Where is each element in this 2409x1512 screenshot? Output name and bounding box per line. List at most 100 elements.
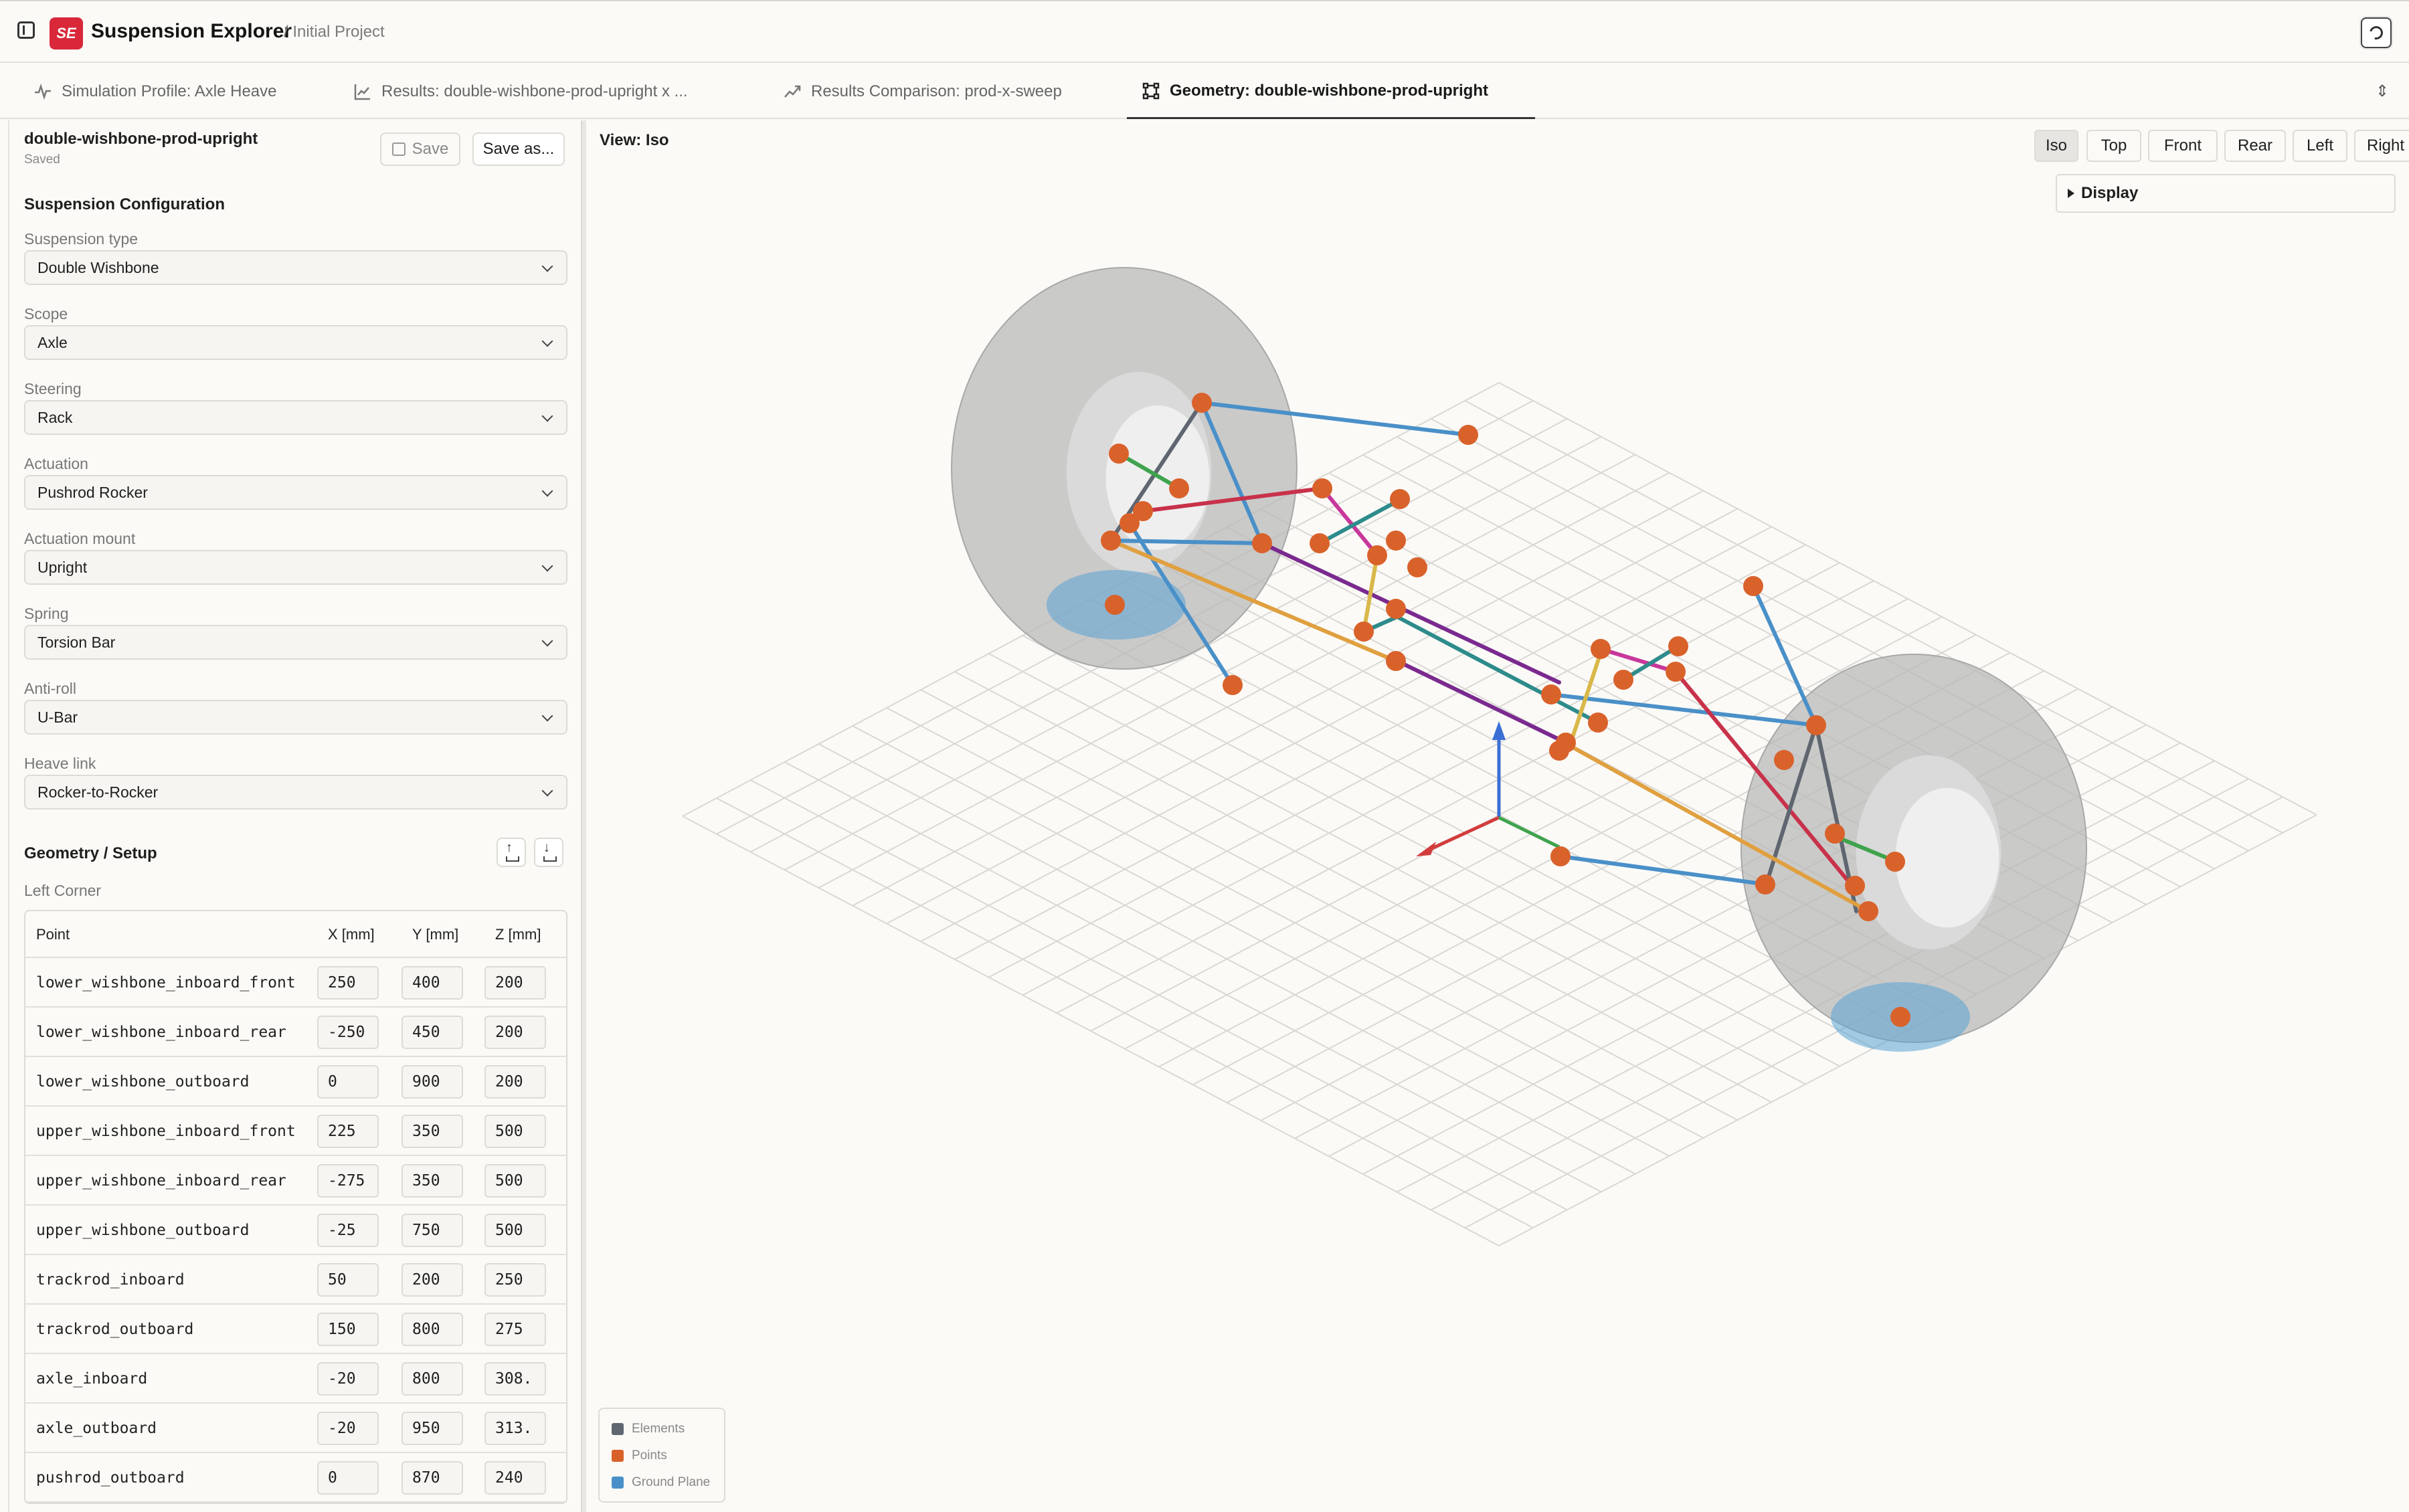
coord-input-y[interactable]: 900 [402, 1065, 463, 1099]
suspension-link [1751, 584, 1818, 727]
save-as-button[interactable]: Save as... [472, 132, 565, 166]
select-value: Axle [37, 333, 68, 351]
app-logo: SE [50, 17, 83, 50]
coord-input-x[interactable]: 0 [317, 1461, 379, 1495]
select-spring[interactable]: Torsion Bar [24, 625, 567, 660]
tab-simulation-profile[interactable]: Simulation Profile: Axle Heave [33, 64, 277, 119]
tab-label: Simulation Profile: Axle Heave [62, 82, 277, 100]
chevron-down-icon [541, 485, 553, 497]
coord-input-x[interactable]: 250 [317, 966, 379, 1000]
point-name: axle_inboard [36, 1370, 148, 1388]
coord-input-z[interactable]: 200 [484, 966, 546, 1000]
coord-input-y[interactable]: 800 [402, 1313, 463, 1346]
coord-input-x[interactable]: -20 [317, 1362, 379, 1396]
geometry-setup-title: Geometry / Setup [24, 844, 157, 862]
hardpoint [1386, 531, 1406, 551]
coord-input-z[interactable]: 200 [484, 1065, 546, 1099]
coord-input-x[interactable]: 50 [317, 1263, 379, 1297]
select-value: Rocker-to-Rocker [37, 783, 159, 801]
display-options-toggle[interactable]: Display [2056, 174, 2396, 213]
field-label: Scope [24, 305, 68, 322]
select-anti-roll[interactable]: U-Bar [24, 700, 567, 735]
select-value: Torsion Bar [37, 633, 116, 651]
coord-input-y[interactable]: 800 [402, 1362, 463, 1396]
import-download-icon[interactable] [534, 838, 563, 867]
coord-input-z[interactable]: 200 [484, 1016, 546, 1049]
geometry-nodes-icon [1142, 82, 1160, 99]
coord-input-z[interactable]: 275 [484, 1313, 546, 1346]
hardpoint [1613, 670, 1633, 690]
point-name: pushrod_outboard [36, 1469, 185, 1487]
view-front-button[interactable]: Front [2148, 130, 2218, 162]
coord-input-x[interactable]: 0 [317, 1065, 379, 1099]
coord-input-y[interactable]: 950 [402, 1412, 463, 1445]
coord-input-z[interactable]: 500 [484, 1115, 546, 1148]
geometry-table: Point X [mm] Y [mm] Z [mm] lower_wishbon… [24, 910, 567, 1504]
field-label: Steering [24, 380, 82, 397]
hardpoint [1386, 651, 1406, 671]
view-right-button[interactable]: Right [2354, 130, 2409, 162]
export-upload-icon[interactable] [497, 838, 526, 867]
select-scope[interactable]: Axle [24, 325, 567, 360]
point-name: lower_wishbone_outboard [36, 1073, 250, 1091]
coord-input-z[interactable]: 250 [484, 1263, 546, 1297]
legend-label: Ground Plane [632, 1475, 711, 1489]
coord-input-z[interactable]: 500 [484, 1164, 546, 1198]
view-rear-button[interactable]: Rear [2224, 130, 2286, 162]
select-actuation-mount[interactable]: Upright [24, 550, 567, 585]
field-label: Suspension type [24, 230, 139, 248]
coord-input-y[interactable]: 870 [402, 1461, 463, 1495]
col-z: Z [mm] [495, 926, 541, 943]
coord-input-z[interactable]: 308. [484, 1362, 546, 1396]
select-suspension-type[interactable]: Double Wishbone [24, 250, 567, 285]
save-button[interactable]: Save [380, 132, 460, 166]
select-heave-link[interactable]: Rocker-to-Rocker [24, 775, 567, 810]
coord-input-x[interactable]: -20 [317, 1412, 379, 1445]
chevron-down-icon [541, 410, 553, 422]
coord-input-x[interactable]: 225 [317, 1115, 379, 1148]
coord-input-y[interactable]: 750 [402, 1214, 463, 1247]
panel-resize-handle[interactable] [581, 120, 586, 1512]
project-breadcrumb[interactable]: / Initial Project [284, 23, 385, 41]
3d-viewport[interactable]: View: Iso Iso Top Front Rear Left Right … [588, 120, 2409, 1512]
sidebar-toggle-icon[interactable] [17, 21, 35, 39]
suspension-3d-scene[interactable] [588, 120, 2409, 1512]
coord-input-y[interactable]: 350 [402, 1164, 463, 1198]
legend-ground-plane[interactable]: Ground Plane [612, 1473, 710, 1492]
hardpoint [1252, 533, 1272, 553]
tab-geometry[interactable]: Geometry: double-wishbone-prod-upright [1127, 64, 1535, 119]
axis-x [1431, 816, 1500, 850]
coord-input-x[interactable]: 150 [317, 1313, 379, 1346]
table-row: pushrod_outboard 0 870 240 [25, 1453, 566, 1503]
coord-input-y[interactable]: 350 [402, 1115, 463, 1148]
coord-input-z[interactable]: 240 [484, 1461, 546, 1495]
coord-input-x[interactable]: -250 [317, 1016, 379, 1049]
tabs-overflow-chevron-icon[interactable]: ⇕ [2376, 82, 2389, 101]
chevron-down-icon [541, 560, 553, 572]
legend-elements[interactable]: Elements [612, 1420, 685, 1438]
hardpoint [1192, 393, 1212, 413]
table-row: trackrod_outboard 150 800 275 [25, 1305, 566, 1354]
coord-input-x[interactable]: -25 [317, 1214, 379, 1247]
select-actuation[interactable]: Pushrod Rocker [24, 475, 567, 510]
table-row: lower_wishbone_inboard_rear -250 450 200 [25, 1008, 566, 1057]
view-left-button[interactable]: Left [2293, 130, 2347, 162]
tab-results[interactable]: Results: double-wishbone-prod-upright x … [353, 64, 688, 119]
hardpoint [1109, 444, 1129, 464]
tab-results-comparison[interactable]: Results Comparison: prod-x-sweep [783, 64, 1062, 119]
table-row: lower_wishbone_outboard 0 900 200 [25, 1057, 566, 1107]
select-steering[interactable]: Rack [24, 400, 567, 435]
field-label: Actuation [24, 455, 88, 472]
legend-label: Elements [632, 1422, 685, 1436]
view-label: View: Iso [600, 131, 669, 149]
view-top-button[interactable]: Top [2086, 130, 2141, 162]
coord-input-z[interactable]: 313. [484, 1412, 546, 1445]
view-iso-button[interactable]: Iso [2034, 130, 2078, 162]
coord-input-y[interactable]: 200 [402, 1263, 463, 1297]
legend-points[interactable]: Points [612, 1446, 667, 1465]
coord-input-x[interactable]: -275 [317, 1164, 379, 1198]
theme-toggle-button[interactable] [2361, 17, 2392, 48]
coord-input-y[interactable]: 400 [402, 966, 463, 1000]
coord-input-z[interactable]: 500 [484, 1214, 546, 1247]
coord-input-y[interactable]: 450 [402, 1016, 463, 1049]
